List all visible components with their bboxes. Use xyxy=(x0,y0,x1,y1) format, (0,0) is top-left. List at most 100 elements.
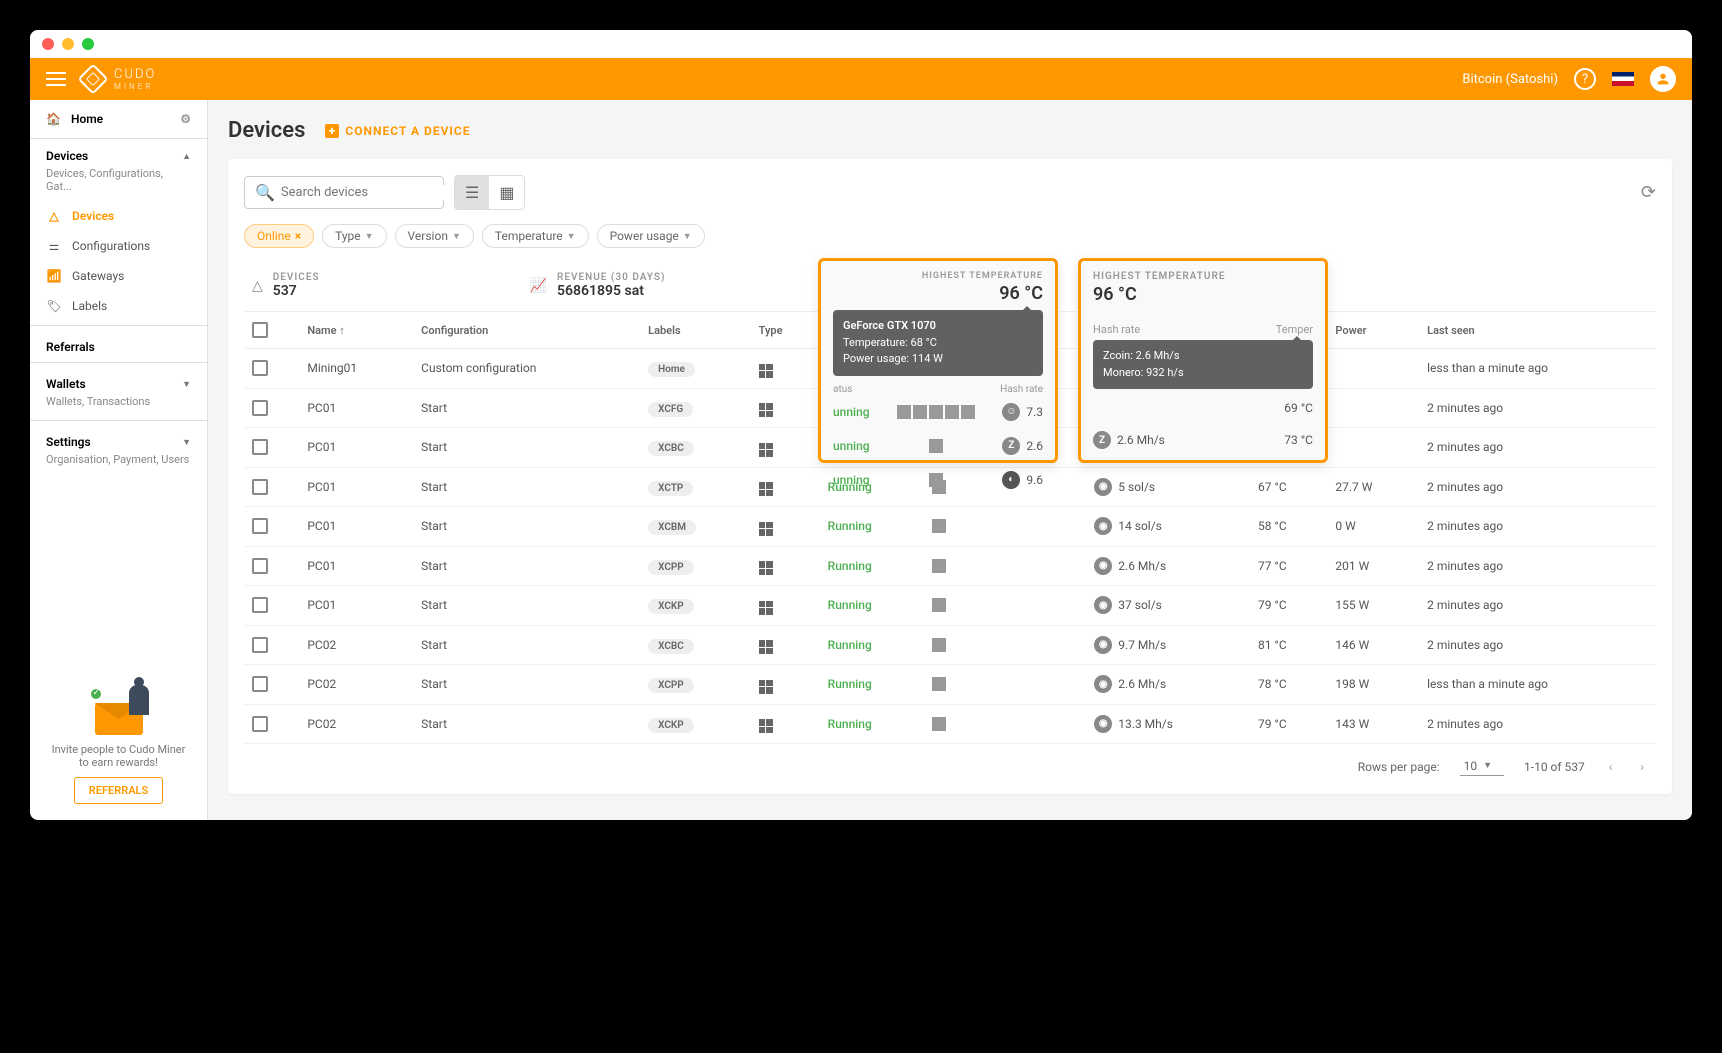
coin-icon: ◉ xyxy=(1094,675,1112,693)
filter-type[interactable]: Type▼ xyxy=(322,224,386,248)
cell-power xyxy=(1327,428,1419,468)
col-config[interactable]: Configuration xyxy=(413,312,640,349)
highest-temp-value: 96 °C xyxy=(1093,284,1313,305)
chevron-down-icon: ▼ xyxy=(683,231,692,242)
tooltip-line: Zcoin: 2.6 Mh/s xyxy=(1103,348,1303,365)
logo-text-1: CUDO xyxy=(114,67,156,82)
col-type[interactable]: Type xyxy=(751,312,820,349)
row-checkbox[interactable] xyxy=(252,597,268,613)
label-chip[interactable]: XCBC xyxy=(648,639,694,654)
rows-per-page-select[interactable]: 10 ▼ xyxy=(1460,759,1504,776)
referrals-button[interactable]: REFERRALS xyxy=(74,777,163,804)
window-close[interactable] xyxy=(42,38,54,50)
label-chip[interactable]: XCBM xyxy=(648,520,696,535)
label-chip[interactable]: XCFG xyxy=(648,402,693,417)
row-checkbox[interactable] xyxy=(252,716,268,732)
rows-per-page-label: Rows per page: xyxy=(1358,760,1440,774)
balance-label[interactable]: Bitcoin (Satoshi) xyxy=(1462,72,1558,87)
row-checkbox[interactable] xyxy=(252,518,268,534)
select-all-checkbox[interactable] xyxy=(252,322,268,338)
label-chip[interactable]: Home xyxy=(648,362,695,377)
label-chip[interactable]: XCTP xyxy=(648,481,693,496)
table-row[interactable]: PC01 Start XCKP Running ◉37 sol/s 79 °C … xyxy=(244,586,1656,626)
logo-icon xyxy=(77,63,108,94)
prev-page-button[interactable]: ‹ xyxy=(1605,756,1617,778)
cell-hashrate: ◉5 sol/s xyxy=(1094,478,1242,496)
search-input[interactable]: 🔍 xyxy=(244,176,444,209)
highest-temp-label: HIGHEST TEMPERATURE xyxy=(1093,271,1313,282)
row-checkbox[interactable] xyxy=(252,400,268,416)
nav-label: Labels xyxy=(72,299,107,313)
table-row[interactable]: PC02 Start XCKP Running ◉13.3 Mh/s 79 °C… xyxy=(244,704,1656,744)
cell-power: 0 W xyxy=(1327,507,1419,547)
label-chip[interactable]: XCBC xyxy=(648,441,694,456)
window-maximize[interactable] xyxy=(82,38,94,50)
table-row[interactable]: PC01 Start XCPP Running ◉2.6 Mh/s 77 °C … xyxy=(244,546,1656,586)
label-chip[interactable]: XCPP xyxy=(648,678,694,693)
label-chip[interactable]: XCKP xyxy=(648,718,694,733)
table-row[interactable]: PC02 Start XCBC Running ◉9.7 Mh/s 81 °C … xyxy=(244,625,1656,665)
help-icon[interactable]: ? xyxy=(1574,68,1596,90)
gear-icon[interactable]: ⚙ xyxy=(180,112,191,126)
cell-power: 146 W xyxy=(1327,625,1419,665)
filter-temperature[interactable]: Temperature▼ xyxy=(482,224,589,248)
search-field[interactable] xyxy=(281,185,447,200)
table-row[interactable]: PC02 Start XCPP Running ◉2.6 Mh/s 78 °C … xyxy=(244,665,1656,705)
refresh-icon[interactable]: ⟳ xyxy=(1641,182,1656,203)
col-lastseen[interactable]: Last seen xyxy=(1419,312,1656,349)
view-list-button[interactable]: ☰ xyxy=(455,176,489,209)
view-grid-button[interactable]: ▦ xyxy=(489,176,524,209)
sidebar: 🏠 Home ⚙ Devices ▲ Devices, Configuratio… xyxy=(30,100,208,820)
cell-name: PC02 xyxy=(299,665,413,705)
label-chip[interactable]: XCPP xyxy=(648,560,694,575)
stat-label: DEVICES xyxy=(273,272,320,283)
cell-lastseen: less than a minute ago xyxy=(1419,349,1656,389)
row-checkbox[interactable] xyxy=(252,479,268,495)
logo[interactable]: CUDO MINER xyxy=(82,67,156,91)
gpu-tooltip: GeForce GTX 1070 Temperature: 68 °C Powe… xyxy=(833,310,1043,376)
connect-device-link[interactable]: + CONNECT A DEVICE xyxy=(325,124,470,138)
cell-name: PC01 xyxy=(299,507,413,547)
filter-power[interactable]: Power usage▼ xyxy=(597,224,705,248)
next-page-button[interactable]: › xyxy=(1636,756,1648,778)
connect-label: CONNECT A DEVICE xyxy=(345,124,470,138)
language-flag-icon[interactable] xyxy=(1612,72,1634,86)
account-icon[interactable] xyxy=(1650,66,1676,92)
tooltip-power: Power usage: 114 W xyxy=(843,351,1033,368)
tooltip-temp: Temperature: 68 °C xyxy=(843,335,1033,352)
windows-icon xyxy=(759,522,773,536)
row-checkbox[interactable] xyxy=(252,439,268,455)
table-row[interactable]: PC01 Start XCBM Running ◉14 sol/s 58 °C … xyxy=(244,507,1656,547)
sidebar-home[interactable]: 🏠 Home ⚙ xyxy=(30,100,207,139)
row-checkbox[interactable] xyxy=(252,558,268,574)
row-checkbox[interactable] xyxy=(252,676,268,692)
row-checkbox[interactable] xyxy=(252,637,268,653)
sidebar-item-devices[interactable]: △ Devices xyxy=(30,201,207,231)
hardware-blocks xyxy=(932,677,1079,691)
sidebar-item-gateways[interactable]: 📶 Gateways xyxy=(30,261,207,291)
col-power[interactable]: Power xyxy=(1327,312,1419,349)
sidebar-item-labels[interactable]: 🏷 Labels xyxy=(30,291,207,321)
cell-lastseen: 2 minutes ago xyxy=(1419,704,1656,744)
window-minimize[interactable] xyxy=(62,38,74,50)
label-chip[interactable]: XCKP xyxy=(648,599,694,614)
chevron-down-icon: ▼ xyxy=(452,231,461,242)
sidebar-item-configurations[interactable]: ⚌ Configurations xyxy=(30,231,207,261)
sidebar-settings-section[interactable]: Settings ▼ xyxy=(30,425,207,453)
cell-hashrate: ◉9.7 Mh/s xyxy=(1094,636,1242,654)
coin-icon: ◉ xyxy=(1094,557,1112,575)
filter-online[interactable]: Online × xyxy=(244,224,314,248)
sidebar-referrals[interactable]: Referrals xyxy=(30,330,207,358)
col-name[interactable]: Name ↑ xyxy=(299,312,413,349)
hashrate-label: Hash rate xyxy=(1093,323,1140,336)
filter-version[interactable]: Version▼ xyxy=(395,224,474,248)
menu-icon[interactable] xyxy=(46,72,66,86)
sidebar-devices-section[interactable]: Devices ▲ xyxy=(30,139,207,167)
close-icon[interactable]: × xyxy=(295,229,301,243)
col-labels[interactable]: Labels xyxy=(640,312,750,349)
sliders-icon: ⚌ xyxy=(46,239,62,253)
sidebar-wallets-section[interactable]: Wallets ▼ xyxy=(30,367,207,395)
row-checkbox[interactable] xyxy=(252,360,268,376)
coin-icon: ◉ xyxy=(1094,636,1112,654)
hardware-blocks xyxy=(932,598,1079,612)
